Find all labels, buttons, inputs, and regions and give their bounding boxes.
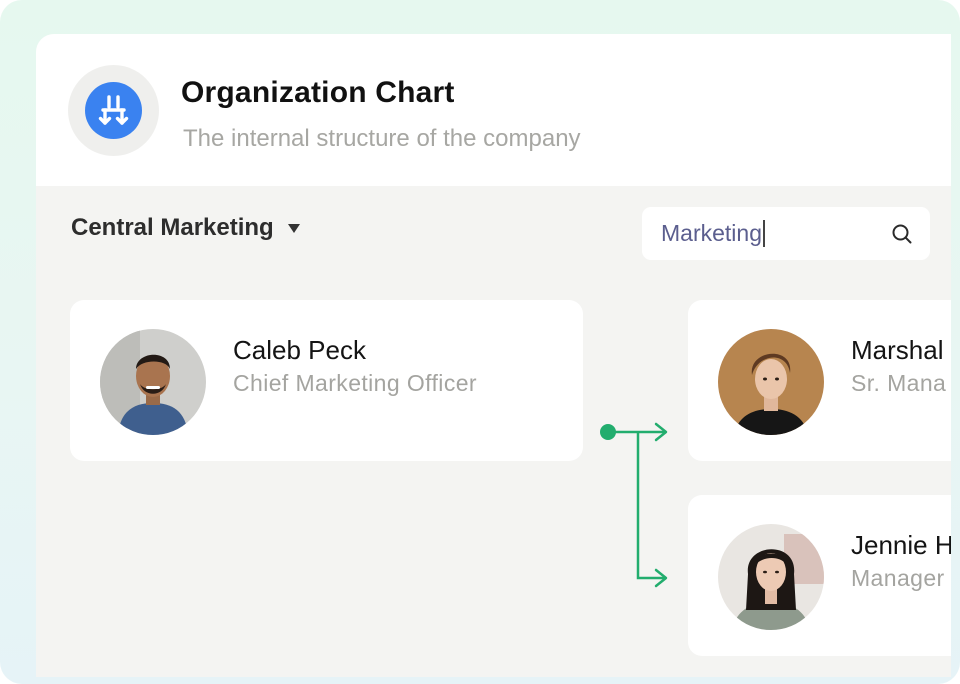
person-role: Chief Marketing Officer — [233, 370, 477, 396]
person-role: Sr. Mana — [851, 370, 947, 396]
search-input[interactable]: Marketing — [661, 220, 765, 247]
person-card-jennie[interactable]: Jennie H Manager — [688, 495, 951, 656]
person-role: Manager — [851, 565, 945, 591]
department-label: Central Marketing — [71, 214, 274, 241]
app-frame: Organization Chart The internal structur… — [0, 0, 960, 684]
person-card-caleb[interactable]: Caleb Peck Chief Marketing Officer — [70, 300, 583, 461]
caret-down-icon — [287, 223, 300, 233]
person-card-marshal[interactable]: Marshal Sr. Mana — [688, 300, 951, 461]
org-chart-icon — [85, 82, 142, 139]
person-name: Marshal — [851, 335, 944, 365]
hierarchy-connector — [600, 422, 668, 588]
person-name: Jennie H — [851, 530, 951, 560]
department-dropdown[interactable]: Central Marketing — [71, 214, 300, 242]
avatar — [718, 524, 824, 630]
org-chart-panel: Organization Chart The internal structur… — [36, 34, 951, 677]
avatar — [100, 329, 206, 435]
page-subtitle: The internal structure of the company — [183, 125, 581, 152]
page-title: Organization Chart — [181, 76, 455, 109]
person-name: Caleb Peck — [233, 335, 366, 365]
org-chart-logo — [68, 65, 159, 156]
search-box[interactable]: Marketing — [642, 207, 930, 260]
page-header: Organization Chart The internal structur… — [36, 34, 951, 186]
avatar — [718, 329, 824, 435]
search-icon[interactable] — [891, 223, 913, 245]
